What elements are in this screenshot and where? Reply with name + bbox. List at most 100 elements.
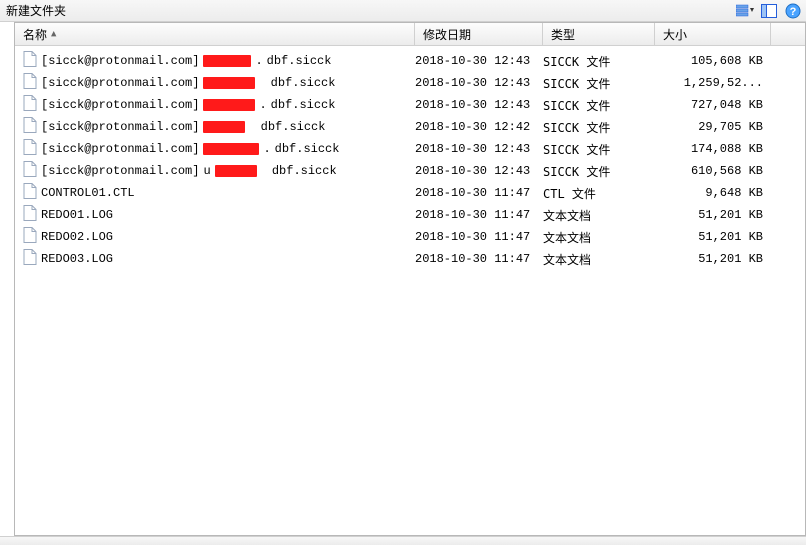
file-name-after-redact [259,76,266,90]
file-type-cell: SICCK 文件 [543,75,655,92]
file-size-cell: 29,705 KB [655,120,771,134]
file-size-cell: 9,648 KB [655,186,771,200]
table-row[interactable]: REDO03.LOG2018-10-30 11:47文本文档51,201 KB [15,248,805,270]
svg-text:?: ? [790,6,797,18]
col-date-label: 修改日期 [423,26,471,43]
file-icon [23,95,37,115]
sort-asc-icon: ▲ [51,29,56,39]
col-name-label: 名称 [23,26,47,43]
file-name-cell: [sicck@protonmail.com] dbf.sicck [23,117,415,137]
file-date-cell: 2018-10-30 11:47 [415,252,543,266]
col-type-label: 类型 [551,26,575,43]
file-date-cell: 2018-10-30 12:43 [415,76,543,90]
table-row[interactable]: REDO01.LOG 2018-10-30 11:47文本文档51,201 KB [15,204,805,226]
file-name-suffix: dbf.sicck [271,98,336,112]
file-name-prefix: CONTROL01.CTL [41,186,135,200]
redacted-segment [215,165,257,177]
file-name-cell: [sicck@protonmail.com].dbf.sicck [23,95,415,115]
left-gutter [0,22,15,536]
file-date-cell: 2018-10-30 12:42 [415,120,543,134]
file-size-cell: 105,608 KB [655,54,771,68]
file-size-cell: 610,568 KB [655,164,771,178]
file-type-cell: 文本文档 [543,251,655,268]
col-spacer [771,23,805,45]
file-name-prefix: [sicck@protonmail.com] [41,164,199,178]
file-name-fragment: u [203,164,210,178]
table-row[interactable]: [sicck@protonmail.com]. dbf.sicck 2018-10-… [15,138,805,160]
file-icon [23,227,37,247]
file-icon [23,205,37,225]
file-name-suffix: dbf.sicck [271,76,336,90]
col-size-label: 大小 [663,26,687,43]
panel-icon[interactable] [760,2,778,20]
file-name-after-redact [249,120,256,134]
table-row[interactable]: [sicck@protonmail.com] dbf.sicck2018-10-… [15,72,805,94]
file-name-prefix: [sicck@protonmail.com] [41,76,199,90]
file-name-prefix: [sicck@protonmail.com] [41,142,199,156]
file-size-cell: 1,259,52... [655,76,771,90]
file-name-cell: REDO03.LOG [23,249,415,269]
file-name-after-redact: . [255,54,262,68]
table-row[interactable]: [sicck@protonmail.com].dbf.sicck2018-10-… [15,94,805,116]
file-name-cell: [sicck@protonmail.com]. dbf.sicck [23,51,415,71]
file-icon [23,51,37,71]
file-size-cell: 727,048 KB [655,98,771,112]
file-name-cell: [sicck@protonmail.com] u dbf.sicck [23,161,415,181]
redacted-segment [203,55,251,67]
file-type-cell: SICCK 文件 [543,119,655,136]
file-size-cell: 51,201 KB [655,208,771,222]
titlebar-buttons: ? [736,2,802,20]
file-type-cell: SICCK 文件 [543,141,655,158]
file-name-prefix: REDO02.LOG [41,230,113,244]
file-type-cell: SICCK 文件 [543,53,655,70]
file-name-cell: REDO01.LOG [23,205,415,225]
file-icon [23,73,37,93]
file-name-cell: [sicck@protonmail.com] dbf.sicck [23,73,415,93]
file-type-cell: SICCK 文件 [543,163,655,180]
file-name-after-redact [261,164,268,178]
file-name-cell: CONTROL01.CTL [23,183,415,203]
file-name-cell: [sicck@protonmail.com]. dbf.sicck [23,139,415,159]
help-icon[interactable]: ? [784,2,802,20]
file-type-cell: CTL 文件 [543,185,655,202]
col-type[interactable]: 类型 [543,23,655,45]
file-list-pane: 名称 ▲ 修改日期 类型 大小 [sicck@protonmail.com].d… [15,22,806,536]
file-name-after-redact: . [263,142,270,156]
table-row[interactable]: REDO02.LOG2018-10-30 11:47文本文档51,201 KB [15,226,805,248]
table-row[interactable]: [sicck@protonmail.com] dbf.sicck2018-10-… [15,116,805,138]
table-row[interactable]: [sicck@protonmail.com] u dbf.sicck 2018-10… [15,160,805,182]
file-date-cell: 2018-10-30 12:43 [415,142,543,156]
file-name-prefix: [sicck@protonmail.com] [41,54,199,68]
file-icon [23,139,37,159]
file-size-cell: 51,201 KB [655,230,771,244]
file-date-cell: 2018-10-30 12:43 [415,98,543,112]
table-row[interactable]: CONTROL01.CTL2018-10-30 11:47CTL 文件9,648… [15,182,805,204]
file-name-prefix: REDO01.LOG [41,208,113,222]
file-date-cell: 2018-10-30 11:47 [415,208,543,222]
status-bar [0,536,806,545]
col-date[interactable]: 修改日期 [415,23,543,45]
file-name-prefix: REDO03.LOG [41,252,113,266]
file-type-cell: 文本文档 [543,229,655,246]
file-date-cell: 2018-10-30 12:43 [415,164,543,178]
main-area: 名称 ▲ 修改日期 类型 大小 [sicck@protonmail.com].d… [0,22,806,536]
file-name-prefix: [sicck@protonmail.com] [41,120,199,134]
redacted-segment [203,77,255,89]
column-header: 名称 ▲ 修改日期 类型 大小 [15,23,805,46]
col-size[interactable]: 大小 [655,23,771,45]
file-icon [23,161,37,181]
table-row[interactable]: [sicck@protonmail.com]. dbf.sicck 2018-10-… [15,50,805,72]
file-type-cell: 文本文档 [543,207,655,224]
file-name-suffix: dbf.sicck [275,142,340,156]
file-name-after-redact: . [259,98,266,112]
file-date-cell: 2018-10-30 12:43 [415,54,543,68]
file-name-suffix: dbf.sicck [272,164,337,178]
file-size-cell: 174,088 KB [655,142,771,156]
explorer-window: 新建文件夹 ? [0,0,806,545]
file-name-suffix: dbf.sicck [267,54,332,68]
file-name-cell: REDO02.LOG [23,227,415,247]
col-name[interactable]: 名称 ▲ [15,23,415,45]
views-icon[interactable] [736,2,754,20]
file-icon [23,183,37,203]
file-icon [23,249,37,269]
